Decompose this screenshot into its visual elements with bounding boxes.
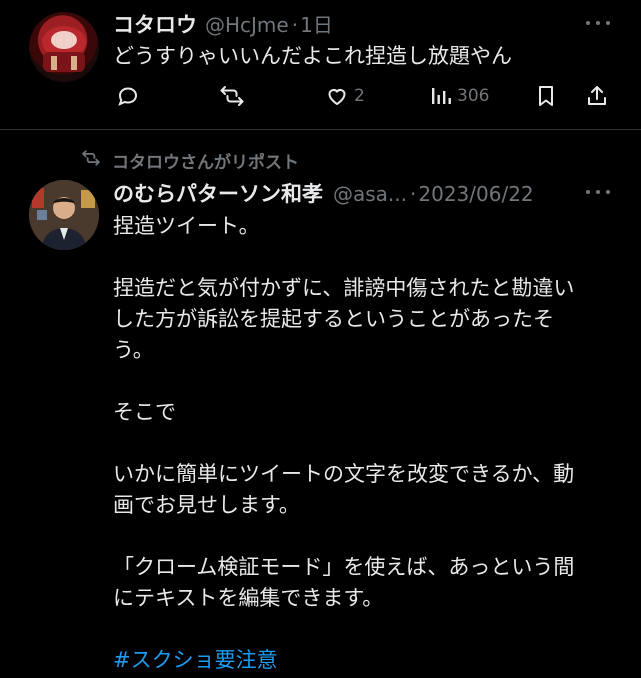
separator-dot: ·: [410, 182, 417, 206]
share-icon: [585, 84, 609, 108]
text-line: [113, 366, 613, 397]
more-icon[interactable]: [586, 187, 610, 197]
like-button[interactable]: 2: [325, 80, 365, 112]
action-bar: 2 306: [0, 80, 641, 112]
repost-icon: [80, 149, 112, 172]
text-line: [113, 521, 613, 552]
more-icon[interactable]: [586, 18, 610, 28]
text-line: [113, 614, 613, 645]
text-line: にテキストを編集できます。: [113, 586, 384, 610]
hashtag-link[interactable]: #スクショ要注意: [113, 648, 278, 672]
like-icon: [325, 84, 349, 108]
tweet-1[interactable]: コタロウ @HcJme · 1日 どうすりゃいいんだよこれ捏造し放題やん 2 3…: [0, 0, 641, 130]
text-line: そこで: [113, 400, 176, 424]
views-count: 306: [457, 86, 490, 106]
retweet-button[interactable]: [219, 80, 245, 112]
repost-indicator[interactable]: コタロウさんがリポスト: [80, 148, 299, 173]
display-name[interactable]: コタロウ: [113, 9, 197, 39]
avatar[interactable]: [29, 12, 99, 82]
display-name[interactable]: のむらパターソン和孝: [113, 178, 323, 208]
avatar[interactable]: [29, 180, 99, 250]
text-line: 捏造だと気が付かずに、誹謗中傷されたと勘違い: [113, 276, 575, 300]
bookmark-button[interactable]: [535, 80, 557, 112]
text-line: [113, 428, 613, 459]
views-button[interactable]: 306: [430, 80, 489, 112]
text-line: いかに簡単にツイートの文字を改変できるか、動: [113, 462, 575, 486]
timestamp[interactable]: 2023/06/22: [418, 182, 533, 206]
reply-button[interactable]: [116, 80, 140, 112]
views-icon: [430, 84, 452, 108]
like-count: 2: [354, 86, 365, 106]
tweet-text: 捏造ツイート。 捏造だと気が付かずに、誹謗中傷されたと勘違い した方が訴訟を提起…: [113, 211, 613, 676]
timestamp[interactable]: 1日: [300, 9, 333, 38]
text-line: した方が訴訟を提起するということがあったそ: [113, 307, 554, 331]
repost-label: コタロウさんがリポスト: [112, 153, 299, 173]
text-line: 画でお見せします。: [113, 493, 300, 517]
separator-dot: ·: [291, 13, 299, 37]
user-handle[interactable]: @HcJme: [205, 13, 289, 37]
reply-icon: [116, 84, 140, 108]
share-button[interactable]: [585, 80, 609, 112]
tweet-text: どうすりゃいいんだよこれ捏造し放題やん: [113, 44, 512, 68]
text-line: う。: [113, 338, 154, 362]
bookmark-icon: [535, 84, 557, 108]
text-line: [113, 242, 613, 273]
user-handle[interactable]: @asa...: [333, 182, 407, 206]
retweet-icon: [219, 84, 245, 108]
text-line: 「クローム検証モード」を使えば、あっという間: [113, 555, 575, 579]
text-line: 捏造ツイート。: [113, 214, 260, 238]
